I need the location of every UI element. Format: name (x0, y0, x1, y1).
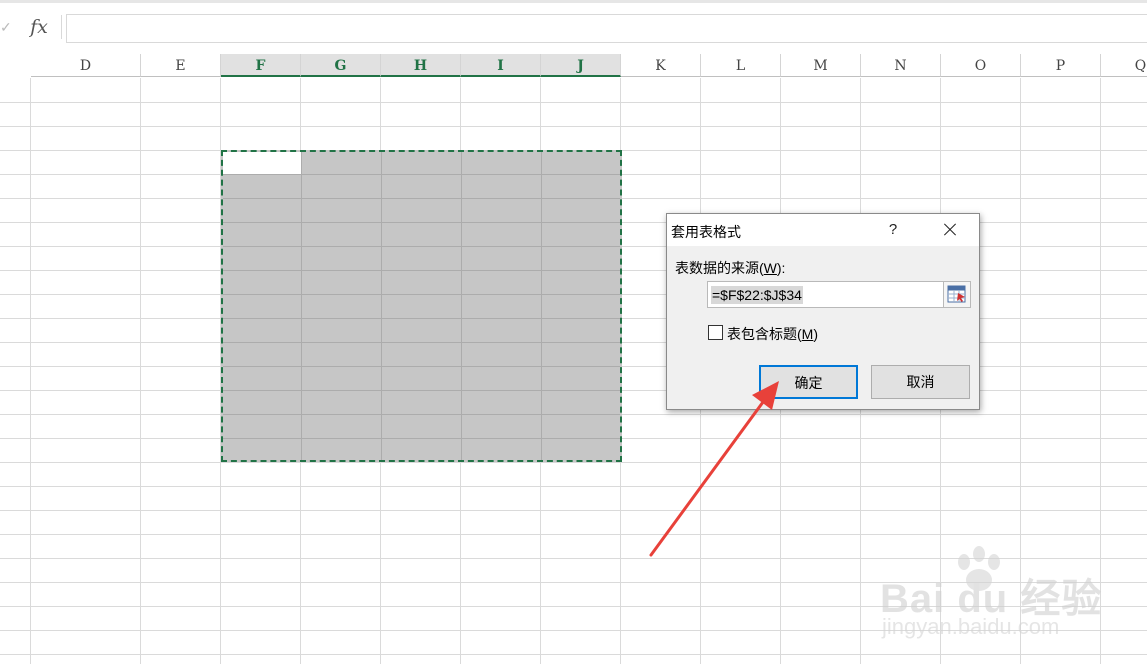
baidu-watermark: Bai du 经验 jingyan.baidu.com (870, 546, 1140, 660)
arrow-head (752, 381, 779, 410)
arrow-shaft (649, 396, 768, 557)
watermark-url: jingyan.baidu.com (882, 614, 1060, 639)
